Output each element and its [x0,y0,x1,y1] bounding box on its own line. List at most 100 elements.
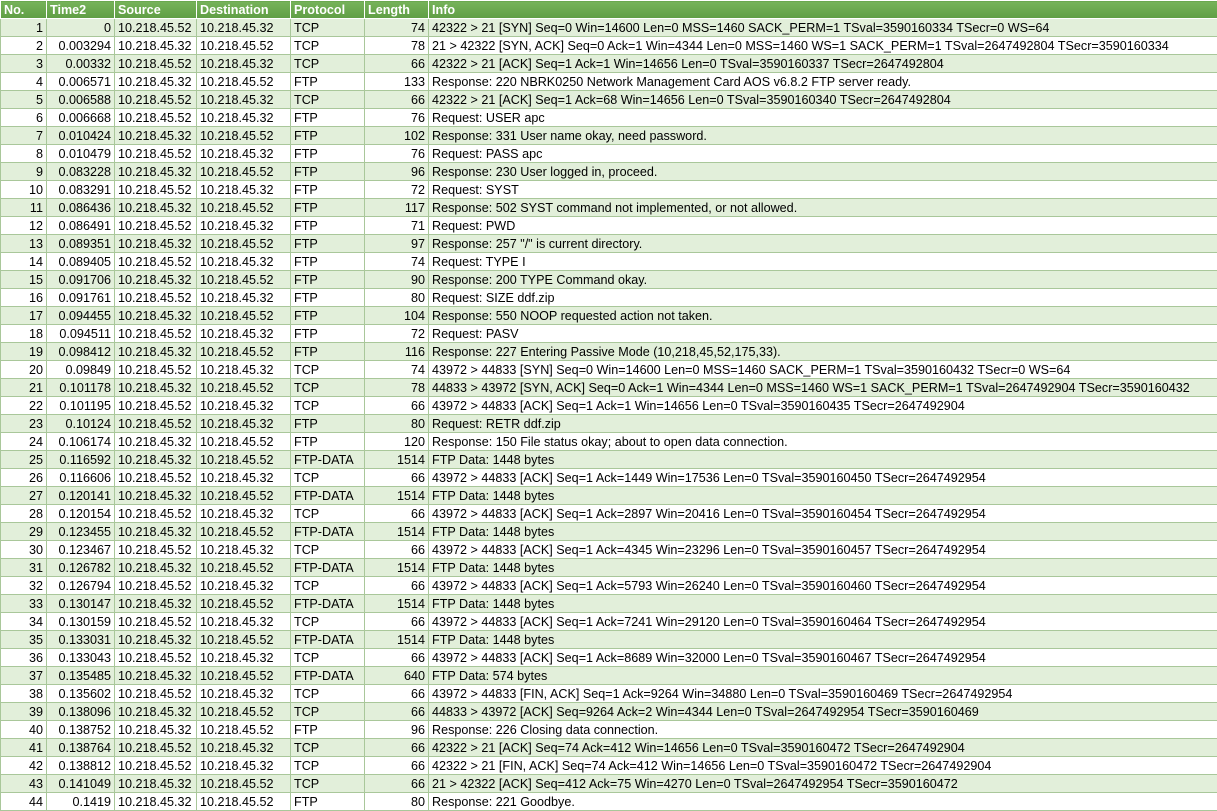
cell-source[interactable]: 10.218.45.52 [114,468,197,487]
cell-source[interactable]: 10.218.45.32 [114,36,197,55]
cell-info[interactable]: 43972 > 44833 [ACK] Seq=1 Ack=2897 Win=2… [428,504,1217,523]
cell-length[interactable]: 96 [364,162,429,181]
table-row[interactable]: 44 0.1419 10.218.45.32 10.218.45.52 FTP 80 Res… [0,792,1217,811]
cell-no[interactable]: 43 [0,774,47,793]
cell-destination[interactable]: 10.218.45.32 [196,360,291,379]
cell-no[interactable]: 23 [0,414,47,433]
table-row[interactable]: 8 0.010479 10.218.45.52 10.218.45.32 FTP 76 Re… [0,144,1217,163]
cell-info[interactable]: 43972 > 44833 [ACK] Seq=1 Ack=1449 Win=1… [428,468,1217,487]
cell-info[interactable]: FTP Data: 1448 bytes [428,450,1217,469]
cell-protocol[interactable]: FTP [290,126,365,145]
cell-protocol[interactable]: FTP [290,324,365,343]
table-row[interactable]: 15 0.091706 10.218.45.32 10.218.45.52 FTP 90 R… [0,270,1217,289]
cell-length[interactable]: 1514 [364,594,429,613]
cell-destination[interactable]: 10.218.45.52 [196,630,291,649]
cell-info[interactable]: Response: 257 "/" is current directory. [428,234,1217,253]
cell-protocol[interactable]: FTP [290,144,365,163]
cell-no[interactable]: 21 [0,378,47,397]
cell-length[interactable]: 133 [364,72,429,91]
cell-length[interactable]: 117 [364,198,429,217]
cell-destination[interactable]: 10.218.45.32 [196,576,291,595]
cell-no[interactable]: 19 [0,342,47,361]
cell-time2[interactable]: 0.010424 [46,126,115,145]
cell-destination[interactable]: 10.218.45.32 [196,252,291,271]
cell-time2[interactable]: 0.101178 [46,378,115,397]
cell-destination[interactable]: 10.218.45.52 [196,558,291,577]
table-row[interactable]: 28 0.120154 10.218.45.52 10.218.45.32 TCP 66 4… [0,504,1217,523]
cell-length[interactable]: 1514 [364,522,429,541]
cell-source[interactable]: 10.218.45.32 [114,486,197,505]
cell-time2[interactable]: 0.086491 [46,216,115,235]
cell-no[interactable]: 2 [0,36,47,55]
cell-no[interactable]: 16 [0,288,47,307]
table-row[interactable]: 2 0.003294 10.218.45.32 10.218.45.52 TCP 78 21… [0,36,1217,55]
cell-length[interactable]: 116 [364,342,429,361]
cell-length[interactable]: 1514 [364,630,429,649]
table-row[interactable]: 23 0.10124 10.218.45.52 10.218.45.32 FTP 80 Re… [0,414,1217,433]
cell-destination[interactable]: 10.218.45.32 [196,288,291,307]
cell-time2[interactable]: 0.138096 [46,702,115,721]
cell-time2[interactable]: 0.126794 [46,576,115,595]
cell-destination[interactable]: 10.218.45.32 [196,180,291,199]
cell-time2[interactable]: 0.123467 [46,540,115,559]
cell-no[interactable]: 42 [0,756,47,775]
cell-protocol[interactable]: TCP [290,702,365,721]
cell-protocol[interactable]: FTP [290,720,365,739]
table-row[interactable]: 18 0.094511 10.218.45.52 10.218.45.32 FTP 72 R… [0,324,1217,343]
cell-time2[interactable]: 0.138752 [46,720,115,739]
cell-protocol[interactable]: TCP [290,756,365,775]
cell-time2[interactable]: 0.130147 [46,594,115,613]
cell-no[interactable]: 40 [0,720,47,739]
cell-length[interactable]: 72 [364,324,429,343]
cell-length[interactable]: 66 [364,756,429,775]
cell-protocol[interactable]: TCP [290,360,365,379]
cell-length[interactable]: 640 [364,666,429,685]
cell-source[interactable]: 10.218.45.32 [114,558,197,577]
cell-length[interactable]: 66 [364,684,429,703]
table-row[interactable]: 30 0.123467 10.218.45.52 10.218.45.32 TCP 66 4… [0,540,1217,559]
cell-no[interactable]: 31 [0,558,47,577]
cell-source[interactable]: 10.218.45.52 [114,540,197,559]
cell-length[interactable]: 66 [364,504,429,523]
cell-source[interactable]: 10.218.45.52 [114,288,197,307]
cell-source[interactable]: 10.218.45.52 [114,54,197,73]
cell-length[interactable]: 66 [364,774,429,793]
cell-info[interactable]: FTP Data: 1448 bytes [428,558,1217,577]
cell-length[interactable]: 80 [364,414,429,433]
table-row[interactable]: 17 0.094455 10.218.45.32 10.218.45.52 FTP 104… [0,306,1217,325]
cell-no[interactable]: 24 [0,432,47,451]
cell-time2[interactable]: 0.089351 [46,234,115,253]
cell-time2[interactable]: 0.126782 [46,558,115,577]
cell-info[interactable]: 21 > 42322 [SYN, ACK] Seq=0 Ack=1 Win=43… [428,36,1217,55]
cell-time2[interactable]: 0.120141 [46,486,115,505]
column-header-time2[interactable]: Time2 [46,0,115,19]
cell-length[interactable]: 66 [364,702,429,721]
cell-protocol[interactable]: FTP-DATA [290,666,365,685]
cell-length[interactable]: 80 [364,792,429,811]
table-row[interactable]: 12 0.086491 10.218.45.52 10.218.45.32 FTP 71 R… [0,216,1217,235]
cell-time2[interactable]: 0.091706 [46,270,115,289]
cell-time2[interactable]: 0.135602 [46,684,115,703]
cell-no[interactable]: 41 [0,738,47,757]
cell-length[interactable]: 66 [364,576,429,595]
cell-protocol[interactable]: FTP-DATA [290,594,365,613]
cell-destination[interactable]: 10.218.45.32 [196,108,291,127]
cell-time2[interactable]: 0.101195 [46,396,115,415]
table-row[interactable]: 34 0.130159 10.218.45.52 10.218.45.32 TCP 66 4… [0,612,1217,631]
cell-destination[interactable]: 10.218.45.32 [196,756,291,775]
cell-protocol[interactable]: FTP-DATA [290,486,365,505]
table-row[interactable]: 27 0.120141 10.218.45.32 10.218.45.52 FTP-DA… [0,486,1217,505]
cell-no[interactable]: 6 [0,108,47,127]
cell-no[interactable]: 15 [0,270,47,289]
column-header-source[interactable]: Source [114,0,197,19]
cell-source[interactable]: 10.218.45.32 [114,666,197,685]
cell-source[interactable]: 10.218.45.52 [114,504,197,523]
cell-protocol[interactable]: TCP [290,396,365,415]
table-row[interactable]: 40 0.138752 10.218.45.32 10.218.45.52 FTP 96 R… [0,720,1217,739]
cell-no[interactable]: 8 [0,144,47,163]
cell-source[interactable]: 10.218.45.32 [114,378,197,397]
cell-time2[interactable]: 0.120154 [46,504,115,523]
cell-length[interactable]: 76 [364,144,429,163]
cell-time2[interactable]: 0.098412 [46,342,115,361]
cell-info[interactable]: Response: 502 SYST command not implement… [428,198,1217,217]
